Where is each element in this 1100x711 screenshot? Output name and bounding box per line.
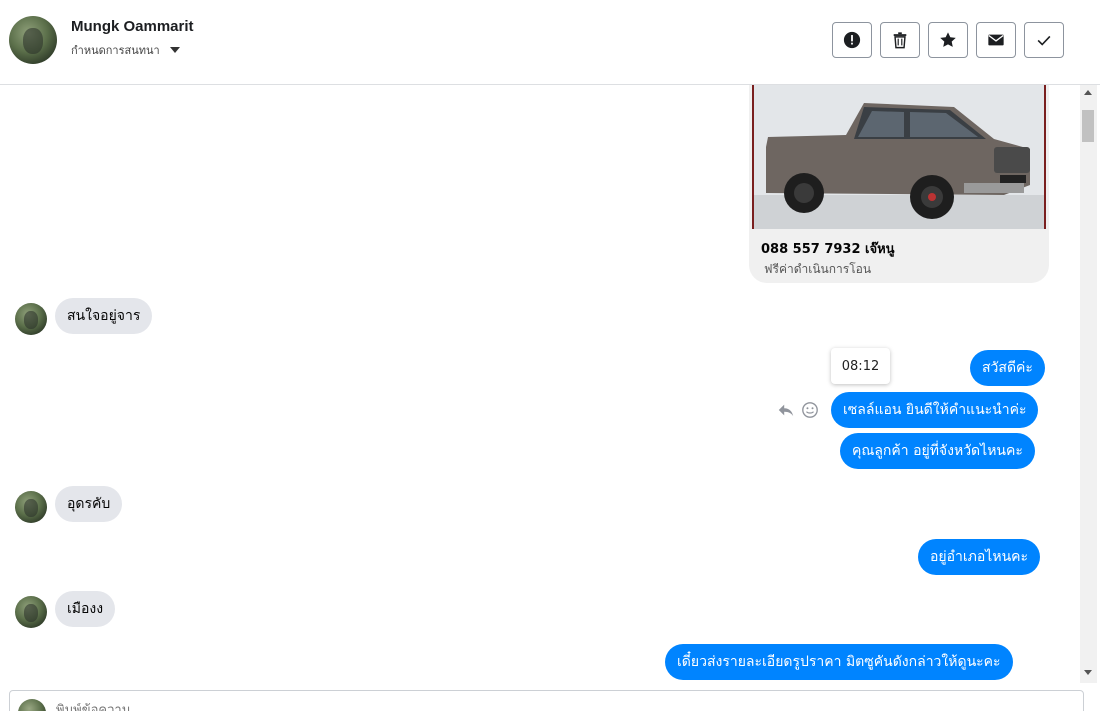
scroll-down-arrow-icon[interactable] [1084,670,1092,675]
check-icon [1037,35,1051,46]
incoming-message[interactable]: สนใจอยู่จาร [55,298,153,334]
alert-icon [843,31,861,49]
timestamp-tooltip: 08:12 [831,348,890,384]
message-input[interactable] [56,703,956,711]
outgoing-message[interactable]: เซลล์แอน ยินดีให้คำแนะนำค่ะ [831,392,1039,428]
contact-avatar-small[interactable] [15,303,47,335]
card-title: 088 557 7932 เจ๊หนู [761,242,895,257]
outgoing-message[interactable]: คุณลูกค้า อยู่ที่จังหวัดไหนคะ [840,433,1035,469]
conversation-settings-dropdown[interactable]: กำหนดการสนทนา [71,41,180,59]
incoming-message[interactable]: เมืองง [55,591,116,627]
messenger-window: Mungk Oammarit กำหนดการสนทนา 088 557 793… [0,0,1100,711]
thread-scrollbar[interactable] [1080,85,1097,683]
star-button[interactable] [928,22,968,58]
outgoing-message[interactable]: เดี๋ยวส่งรายละเอียดรูปราคา มิตซูคันดังกล… [665,644,1013,680]
product-card[interactable]: 088 557 7932 เจ๊หนู ฟรีค่าดำเนินการโอน [749,85,1049,283]
mark-done-button[interactable] [1024,22,1064,58]
message-thread[interactable]: 088 557 7932 เจ๊หนู ฟรีค่าดำเนินการโอน ส… [0,85,1080,683]
conversation-settings-label: กำหนดการสนทนา [71,45,160,57]
contact-name[interactable]: Mungk Oammarit [71,18,194,35]
star-icon [940,32,956,47]
trash-icon [893,32,907,49]
page-avatar [18,699,46,711]
header-actions [832,22,1064,58]
caret-down-icon [169,47,180,53]
reply-icon[interactable] [777,401,795,419]
conversation-header: Mungk Oammarit กำหนดการสนทนา [0,0,1100,85]
outgoing-message[interactable]: อยู่อำเภอไหนคะ [918,539,1041,575]
emoji-react-icon[interactable] [801,401,819,419]
scroll-thumb[interactable] [1082,110,1094,142]
contact-avatar-small[interactable] [15,596,47,628]
report-button[interactable] [832,22,872,58]
composer [9,690,1084,711]
scroll-up-arrow-icon[interactable] [1084,90,1092,95]
contact-avatar[interactable] [9,16,57,64]
message-tools [777,401,819,419]
mark-unread-button[interactable] [976,22,1016,58]
envelope-icon [988,34,1004,46]
product-image[interactable] [752,85,1046,229]
card-subtitle: ฟรีค่าดำเนินการโอน [764,262,872,276]
pickup-truck-image [754,85,1044,229]
delete-button[interactable] [880,22,920,58]
incoming-message[interactable]: อุดรคับ [55,486,123,522]
contact-avatar-small[interactable] [15,491,47,523]
outgoing-message[interactable]: สวัสดีค่ะ [970,350,1045,386]
